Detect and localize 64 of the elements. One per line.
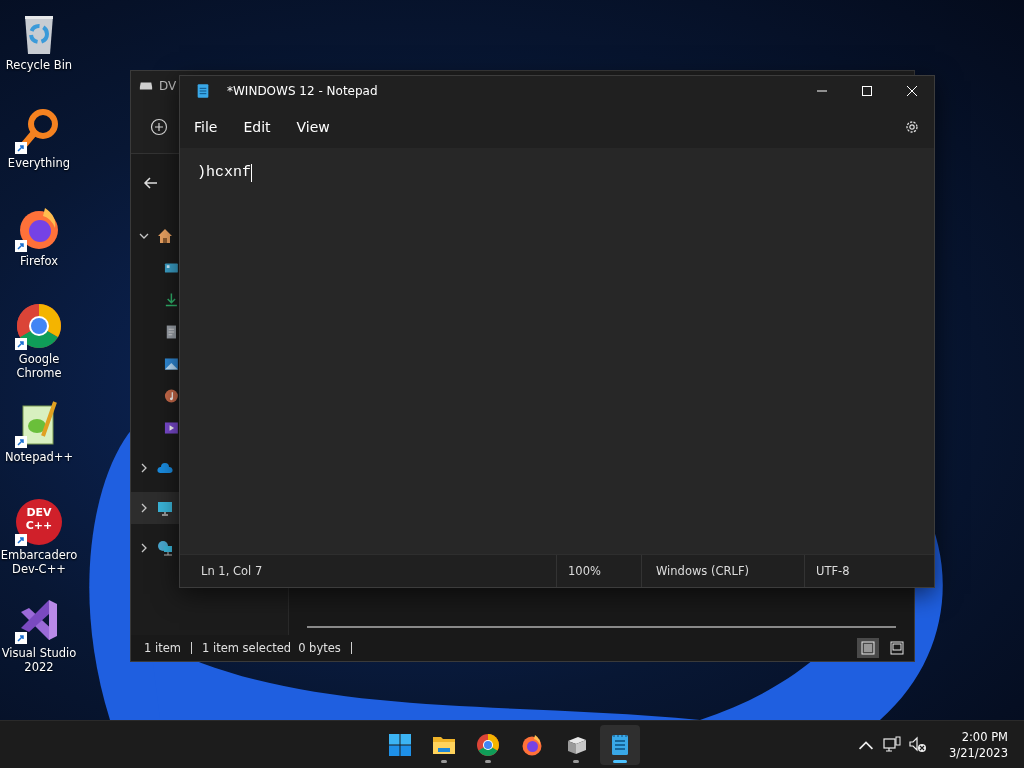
horizontal-scrollbar[interactable]	[307, 626, 896, 628]
selection-info: 1 item selected	[201, 641, 292, 655]
download-icon	[164, 292, 179, 308]
nav-tree-item[interactable]	[131, 492, 179, 524]
menu-item[interactable]: File	[183, 113, 229, 141]
item-count: 1 item	[144, 641, 181, 655]
settings-icon[interactable]	[904, 119, 920, 135]
window-title: DV	[159, 79, 177, 93]
chevron-right-icon[interactable]	[139, 543, 149, 553]
windows-start-icon	[388, 732, 412, 757]
shortcut-label: Recycle Bin	[4, 58, 74, 72]
desktop-shortcut[interactable]: Firefox	[0, 204, 78, 302]
text-caret	[251, 164, 252, 182]
monitor-icon	[157, 500, 173, 516]
network-icon	[157, 540, 173, 556]
shortcut-label: Firefox	[18, 254, 60, 268]
window-title: *WINDOWS 12 - Notepad	[227, 84, 378, 98]
close-icon	[906, 86, 917, 96]
cloud-icon	[157, 460, 173, 476]
chevron-right-icon[interactable]	[139, 463, 149, 473]
desktop-shortcut[interactable]: DEV C++ Embarcadero Dev-C++	[0, 498, 78, 596]
maximize-icon	[861, 86, 872, 96]
notepad-icon	[195, 82, 211, 100]
firefox-icon	[520, 732, 544, 757]
document-icon	[164, 324, 179, 340]
clock-time[interactable]: 2:00 PM	[961, 728, 1008, 745]
menu-item[interactable]: Edit	[232, 113, 282, 141]
network-icon[interactable]	[883, 735, 902, 754]
new-plus-icon[interactable]	[150, 118, 168, 136]
music-icon	[164, 388, 179, 404]
text-editor[interactable]: )hcxnf	[180, 148, 934, 554]
chevron-right-icon[interactable]	[139, 503, 149, 513]
chrome-icon	[476, 732, 500, 757]
shortcut-label: Visual Studio 2022	[0, 646, 78, 674]
picture-icon	[164, 356, 179, 372]
menu-item[interactable]: View	[285, 113, 341, 141]
logo-text: DEV C++	[24, 506, 54, 532]
taskbar-app-button[interactable]	[600, 724, 640, 765]
selection-size: 0 bytes	[298, 641, 341, 655]
desktop-shortcut[interactable]: Visual Studio 2022	[0, 596, 78, 694]
status-text: Ln 1, Col 7	[200, 563, 264, 580]
back-arrow-icon[interactable]	[143, 175, 159, 191]
video-icon	[164, 420, 179, 436]
desktop-shortcut[interactable]: Everything	[0, 106, 78, 204]
dev-cpp-icon	[15, 498, 63, 546]
desktop-shortcut[interactable]: Notepad++	[0, 400, 78, 498]
details-view-button[interactable]	[857, 638, 879, 658]
editor-text: )hcxnf	[197, 163, 251, 183]
status-text: 100%	[556, 555, 641, 587]
clock-date[interactable]: 3/21/2023	[949, 744, 1008, 761]
desktop-shortcut[interactable]: Google Chrome	[0, 302, 78, 400]
shortcut-label: Google Chrome	[15, 352, 63, 380]
drive-icon	[139, 81, 153, 91]
speaker-muted-icon[interactable]	[909, 735, 928, 754]
desktop-shortcut[interactable]: Recycle Bin	[0, 8, 78, 106]
shortcut-label: Everything	[6, 156, 72, 170]
desktop-icon	[164, 260, 179, 276]
shortcut-label: Embarcadero Dev-C++	[0, 548, 78, 576]
status-text: Windows (CRLF)	[641, 555, 804, 587]
status-text: UTF-8	[804, 555, 934, 587]
shortcut-label: Notepad++	[3, 450, 75, 464]
chevron-down-icon[interactable]	[139, 231, 149, 241]
home-icon	[157, 228, 173, 244]
chrome-icon	[15, 302, 63, 350]
